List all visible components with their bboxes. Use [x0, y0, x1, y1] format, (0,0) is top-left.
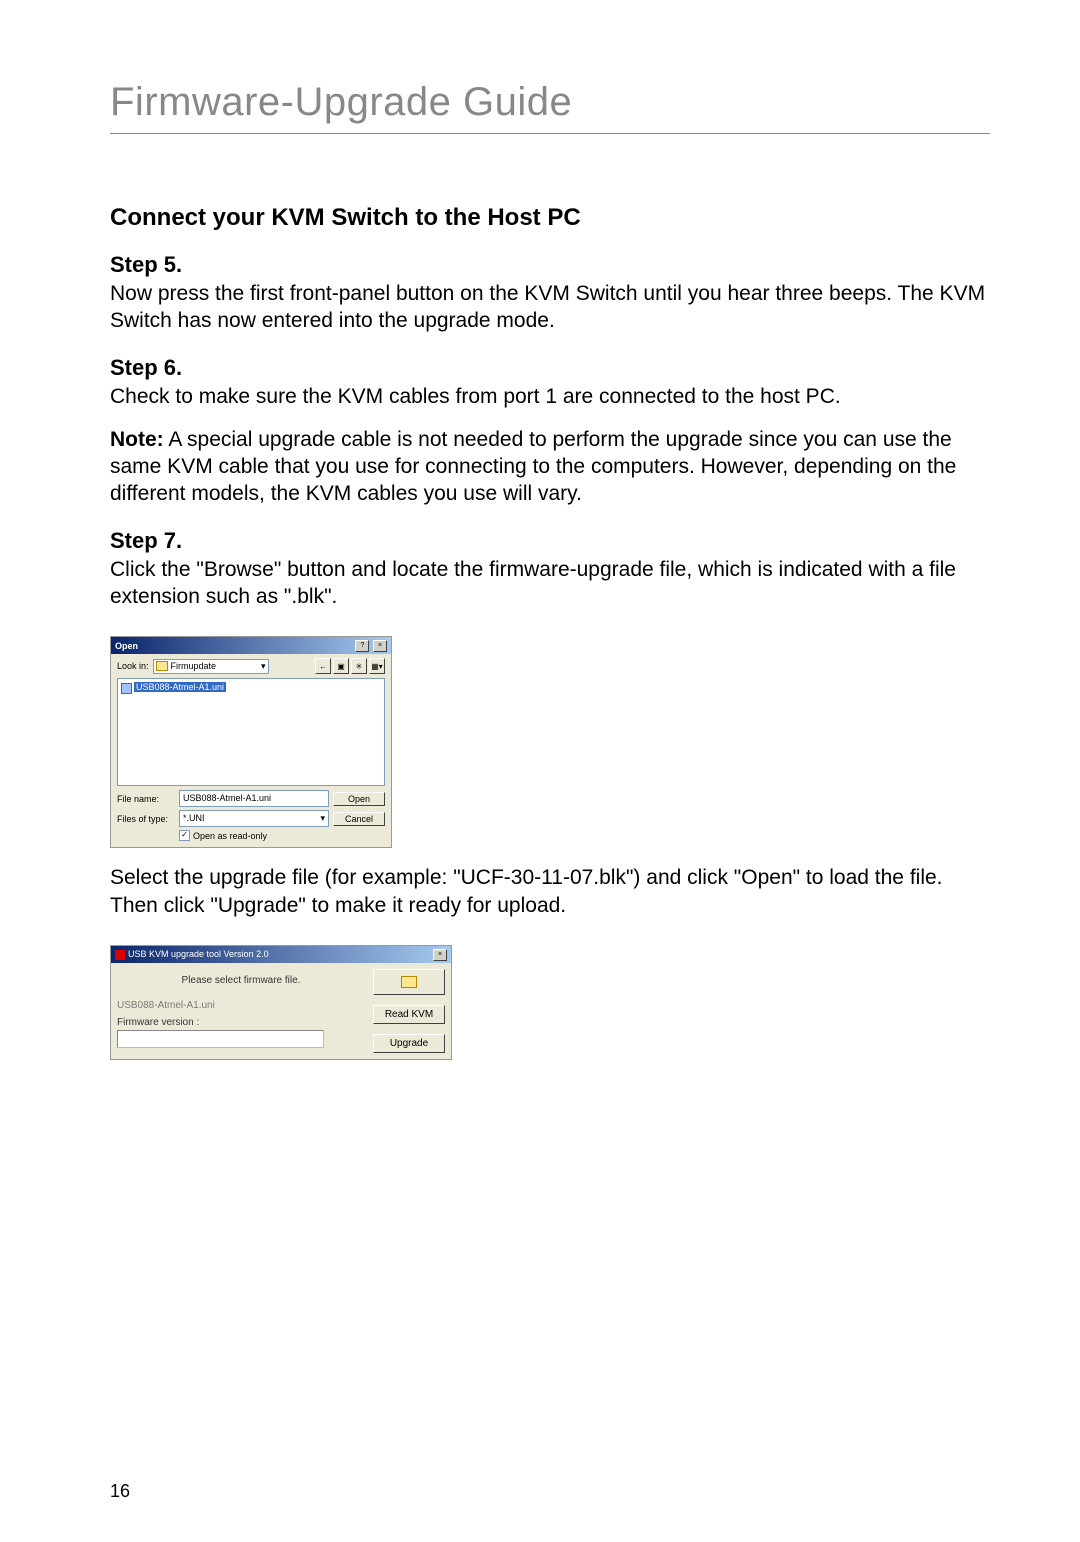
help-icon[interactable]: ? [355, 640, 369, 652]
files-of-type-label: Files of type: [117, 814, 175, 824]
view-menu-icon[interactable]: ▦▾ [369, 658, 385, 674]
file-icon [121, 683, 132, 694]
cancel-button[interactable]: Cancel [333, 812, 385, 826]
tool-prompt: Please select firmware file. [117, 975, 365, 986]
file-list[interactable]: USB088-Atmel-A1.uni [117, 678, 385, 786]
section-heading: Connect your KVM Switch to the Host PC [110, 204, 990, 232]
page-number: 16 [110, 1481, 130, 1502]
page-title: Firmware-Upgrade Guide [110, 80, 990, 134]
step5-heading: Step 5. [110, 252, 990, 278]
open-dialog-title: Open [115, 641, 138, 651]
note-label: Note: [110, 428, 164, 451]
close-icon[interactable]: × [433, 949, 447, 961]
open-dialog-titlebar: Open ? × [111, 637, 391, 654]
back-icon[interactable]: ← [315, 658, 331, 674]
read-kvm-button[interactable]: Read KVM [373, 1005, 445, 1024]
chevron-down-icon: ▾ [261, 661, 266, 672]
step6-body: Check to make sure the KVM cables from p… [110, 383, 990, 410]
file-name-value: USB088-Atmel-A1.uni [183, 792, 271, 805]
file-name-label: File name: [117, 794, 175, 804]
browse-button[interactable] [373, 969, 445, 995]
upgrade-tool-dialog: USB KVM upgrade tool Version 2.0 × Pleas… [110, 945, 452, 1060]
step7-after: Select the upgrade file (for example: "U… [110, 864, 990, 919]
step5-body: Now press the first front-panel button o… [110, 280, 990, 335]
upgrade-button[interactable]: Upgrade [373, 1034, 445, 1053]
open-button[interactable]: Open [333, 792, 385, 806]
files-of-type-value: *.UNI [183, 812, 205, 825]
readonly-label: Open as read-only [193, 831, 267, 841]
files-of-type-dropdown[interactable]: *.UNI ▾ [179, 810, 329, 827]
file-name-input[interactable]: USB088-Atmel-A1.uni [179, 790, 329, 807]
step6-note: Note: A special upgrade cable is not nee… [110, 426, 990, 508]
firmware-version-label: Firmware version : [117, 1017, 365, 1028]
firmware-version-field [117, 1030, 324, 1048]
step7-body: Click the "Browse" button and locate the… [110, 556, 990, 611]
open-dialog: Open ? × Look in: Firmupdate ▾ ← ▣ ✳ ▦▾ … [110, 636, 392, 848]
step7-heading: Step 7. [110, 528, 990, 554]
look-in-dropdown[interactable]: Firmupdate ▾ [153, 659, 269, 674]
look-in-value: Firmupdate [171, 661, 217, 671]
tool-titlebar: USB KVM upgrade tool Version 2.0 × [111, 946, 451, 963]
step6-heading: Step 6. [110, 355, 990, 381]
file-item-selected[interactable]: USB088-Atmel-A1.uni [134, 682, 226, 692]
tool-selected-file: USB088-Atmel-A1.uni [117, 1000, 365, 1011]
folder-icon [156, 661, 168, 671]
chevron-down-icon: ▾ [320, 812, 325, 825]
folder-icon [401, 976, 417, 988]
close-icon[interactable]: × [373, 640, 387, 652]
app-icon [115, 950, 125, 960]
up-folder-icon[interactable]: ▣ [333, 658, 349, 674]
tool-title: USB KVM upgrade tool Version 2.0 [128, 949, 269, 959]
readonly-checkbox[interactable]: ✓ [179, 830, 190, 841]
look-in-label: Look in: [117, 661, 149, 671]
new-folder-icon[interactable]: ✳ [351, 658, 367, 674]
note-body: A special upgrade cable is not needed to… [110, 428, 956, 506]
